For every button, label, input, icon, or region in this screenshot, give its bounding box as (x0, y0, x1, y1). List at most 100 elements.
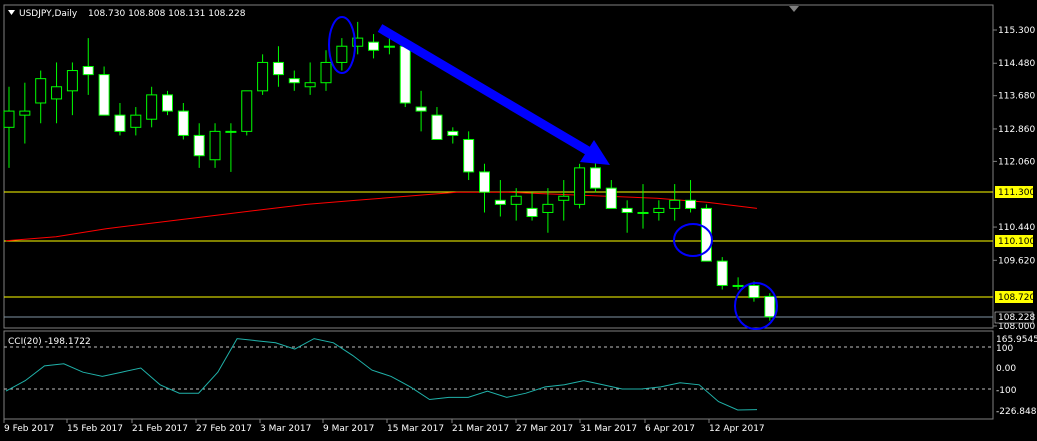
candle-body-bear (288, 78, 300, 84)
candle (526, 192, 538, 221)
candle-body-bear (494, 199, 506, 205)
candle (415, 90, 427, 132)
candle-body-bear (463, 138, 475, 173)
candle (257, 54, 269, 95)
candle-body-bull (257, 61, 269, 92)
candle (98, 66, 110, 116)
candle-body-bull (574, 167, 586, 205)
candle (19, 82, 31, 144)
candle-body-bull (558, 195, 570, 201)
candle-body-bull (66, 70, 78, 92)
candle-body-bull (146, 94, 158, 120)
candle (304, 62, 316, 95)
candle-body-bull (383, 45, 395, 48)
candle (368, 34, 380, 59)
candle (479, 163, 490, 213)
candle-body-bull (542, 203, 554, 213)
price-tick-label: 115.300 (998, 26, 1035, 36)
date-tick-label: 15 Feb 2017 (67, 424, 123, 434)
candle (637, 184, 649, 229)
date-tick-label: 9 Mar 2017 (323, 424, 374, 434)
candle (130, 107, 142, 136)
candle (288, 70, 300, 91)
candle-body-bull (130, 114, 142, 128)
candle (463, 131, 475, 181)
candle (621, 200, 633, 233)
candle (35, 70, 47, 124)
candle-body-bear (479, 171, 490, 193)
price-tick-label: 112.060 (998, 157, 1035, 167)
candle (177, 102, 189, 140)
price-tick-label: 113.680 (998, 92, 1035, 102)
date-tick-label: 27 Mar 2017 (516, 424, 573, 434)
candle (209, 123, 221, 168)
candle-body-bull (209, 130, 221, 161)
date-tick-label: 27 Feb 2017 (196, 424, 252, 434)
candle (669, 184, 681, 221)
candle-body-bear (748, 284, 760, 299)
candle (574, 163, 586, 209)
candle (653, 200, 665, 221)
candle-body-bull (653, 207, 665, 213)
candle-body-bear (399, 45, 411, 104)
price-panel-frame (3, 4, 994, 329)
candle-body-bull (637, 211, 649, 214)
candle-body-bull (336, 45, 348, 63)
level-label-108720: 108.720 (998, 293, 1035, 303)
candle (542, 188, 554, 233)
candle-body-bear (589, 167, 601, 189)
candle-body-bull (732, 284, 744, 287)
date-tick-label: 9 Feb 2017 (4, 424, 54, 434)
candle-body-bull (510, 195, 522, 205)
candle-body-bear (716, 260, 728, 286)
candle-body-bull (304, 82, 316, 88)
price-tick-label: 110.440 (998, 223, 1035, 233)
chart: USDJPY,Daily 108.730 108.808 108.131 108… (3, 4, 1037, 434)
candle-body-bull (35, 78, 47, 104)
price-tick-label: 109.620 (998, 256, 1035, 266)
candle (146, 86, 158, 128)
candle-body-bear (177, 110, 189, 136)
candle-body-bear (415, 106, 427, 112)
candle (732, 277, 744, 290)
cci-axis-min: -226.8485 (996, 407, 1037, 417)
cci-line (5, 338, 758, 411)
candle (241, 90, 253, 136)
candle (431, 107, 443, 140)
candle (447, 127, 459, 144)
cci-axis-100: 100 (996, 344, 1013, 354)
cci-label: CCI(20) -198.1722 (8, 337, 91, 347)
candle (558, 180, 570, 221)
date-tick-label: 12 Apr 2017 (709, 424, 765, 434)
candle-body-bear (526, 207, 538, 218)
shift-marker-icon[interactable] (789, 6, 799, 12)
candle-body-bull (669, 199, 681, 209)
candle (764, 293, 776, 321)
candle-body-bear (114, 114, 126, 132)
trend-arrow (377, 24, 610, 165)
candle-body-bull (19, 110, 31, 116)
level-label-110100: 110.100 (998, 237, 1035, 247)
menu-triangle-icon[interactable] (8, 10, 15, 15)
candle-body-bear (162, 94, 173, 112)
candle-body-bull (225, 130, 237, 133)
candle (272, 46, 284, 87)
date-tick-label: 6 Apr 2017 (645, 424, 695, 434)
price-tick-label: 108.000 (998, 322, 1035, 332)
current-price-label: 108.228 (998, 313, 1035, 323)
candle (162, 90, 173, 116)
candle-body-bull (320, 61, 332, 84)
candle (51, 62, 63, 124)
candle (399, 42, 411, 108)
candle-body-bear (685, 199, 697, 209)
candle-body-bear (82, 65, 94, 76)
ohlc-label: 108.730 108.808 108.131 108.228 (88, 9, 246, 19)
candle-body-bull (3, 110, 15, 128)
candle-body-bear (272, 61, 284, 76)
candle-body-bear (193, 134, 205, 157)
candle (716, 257, 728, 290)
candle-body-bear (605, 187, 617, 209)
candle (82, 38, 94, 95)
candle (193, 123, 205, 168)
symbol-label: USDJPY,Daily (19, 9, 78, 19)
